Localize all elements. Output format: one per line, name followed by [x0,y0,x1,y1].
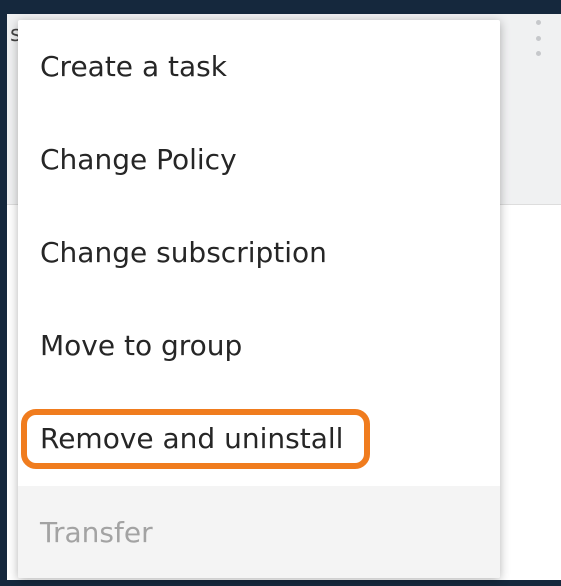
menu-item-move-to-group[interactable]: Move to group [18,299,500,391]
menu-item-label: Change Policy [40,142,237,176]
menu-item-label: Change subscription [40,235,327,269]
menu-item-transfer: Transfer [18,486,500,578]
menu-item-change-subscription[interactable]: Change subscription [18,206,500,298]
menu-item-label: Create a task [40,49,227,83]
menu-item-label: Move to group [40,328,243,362]
context-menu: Create a task Change Policy Change subsc… [18,20,500,578]
menu-item-remove-and-uninstall[interactable]: Remove and uninstall [18,392,500,484]
menu-item-create-task[interactable]: Create a task [18,20,500,112]
kebab-vertical-icon[interactable] [532,18,544,58]
menu-item-label: Remove and uninstall [40,421,344,455]
menu-item-change-policy[interactable]: Change Policy [18,113,500,205]
menu-item-label: Transfer [40,515,153,549]
